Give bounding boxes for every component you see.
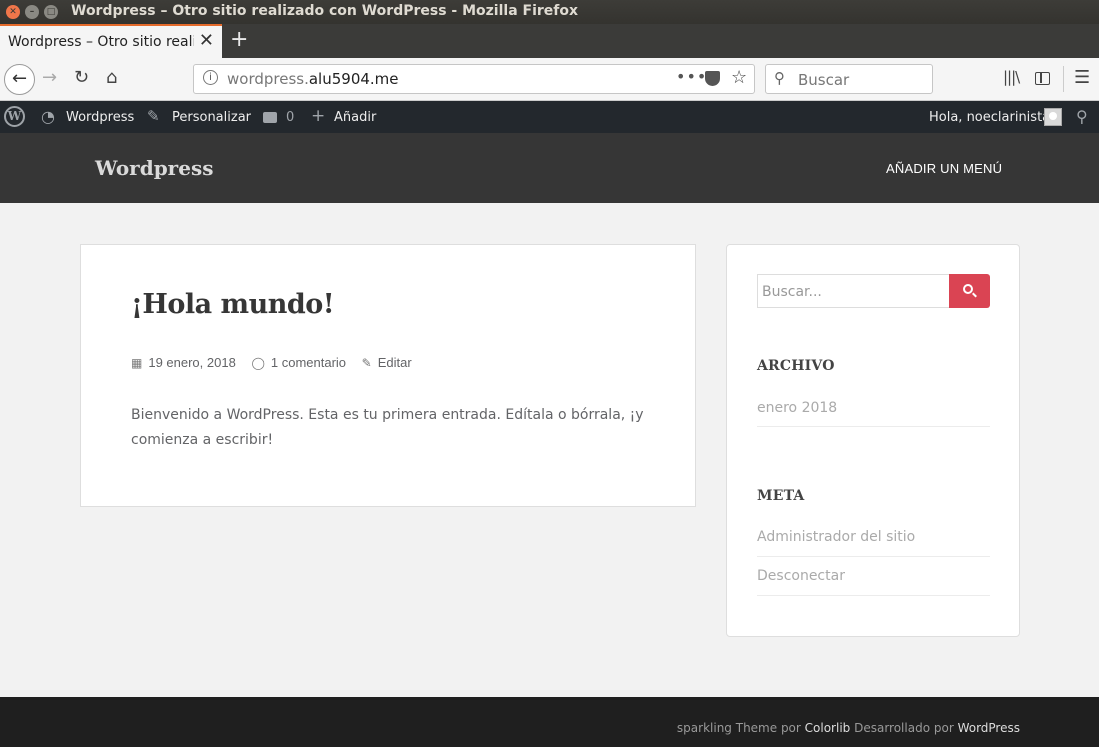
url-bar[interactable]: i wordpress.alu5904.me ••• ☆ <box>193 64 755 94</box>
site-header: Wordpress AÑADIR UN MENÚ <box>0 133 1099 203</box>
new-tab-icon[interactable]: + <box>230 27 248 52</box>
url-domain: alu5904.me <box>308 70 399 88</box>
tab-label: Wordpress – Otro sitio reali <box>8 34 194 50</box>
comment-bubble-icon[interactable] <box>263 112 277 123</box>
plus-icon[interactable]: + <box>311 106 325 126</box>
window-maximize-button[interactable]: □ <box>44 5 58 19</box>
sidebar-search-input[interactable]: Buscar... <box>757 274 950 308</box>
sidebar: Buscar... ARCHIVO enero 2018 META Admini… <box>726 244 1020 637</box>
tab-close-icon[interactable]: ✕ <box>199 30 214 51</box>
footer-developed-by: Desarrollado por <box>850 721 958 735</box>
meta-link-admin[interactable]: Administrador del sitio <box>757 518 990 557</box>
wordpress-logo-icon[interactable]: W <box>4 106 25 127</box>
footer-theme-prefix: sparkling Theme por <box>676 721 805 735</box>
url-text[interactable]: wordpress.alu5904.me <box>227 70 399 88</box>
forward-icon[interactable]: → <box>42 67 57 88</box>
window-title: Wordpress – Otro sitio realizado con Wor… <box>71 3 579 19</box>
admin-search-icon[interactable]: ⚲ <box>1076 107 1088 126</box>
window-minimize-button[interactable]: – <box>25 5 39 19</box>
edit-icon: ✎ <box>361 356 372 370</box>
wp-admin-bar: W ◔ Wordpress ✎ Personalizar 0 + Añadir … <box>0 101 1099 133</box>
url-prefix: wordpress. <box>227 70 309 88</box>
info-icon[interactable]: i <box>203 70 218 85</box>
post-content: Bienvenido a WordPress. Esta es tu prime… <box>131 407 644 448</box>
footer-wordpress-link[interactable]: WordPress <box>958 721 1020 735</box>
sidebar-icon[interactable] <box>1035 72 1050 85</box>
add-menu-link[interactable]: AÑADIR UN MENÚ <box>886 161 1002 176</box>
post-meta: ▦ 19 enero, 2018 ◯ 1 comentario ✎ Editar <box>131 355 412 370</box>
back-icon[interactable]: ← <box>4 64 35 95</box>
browser-search-input[interactable]: ⚲ Buscar <box>765 64 933 94</box>
post-edit-link[interactable]: Editar <box>378 355 412 370</box>
footer-colorlib-link[interactable]: Colorlib <box>805 721 851 735</box>
browser-tab[interactable]: Wordpress – Otro sitio reali ✕ <box>0 24 222 58</box>
site-title[interactable]: Wordpress <box>95 156 213 180</box>
footer-credits: sparkling Theme por Colorlib Desarrollad… <box>677 721 1020 735</box>
calendar-icon: ▦ <box>131 356 143 370</box>
window-close-button[interactable]: ✕ <box>6 5 20 19</box>
search-placeholder: Buscar <box>798 71 850 89</box>
customize-link[interactable]: Personalizar <box>172 110 251 125</box>
site-footer: sparkling Theme por Colorlib Desarrollad… <box>0 697 1099 747</box>
window-titlebar: ✕ – □ Wordpress – Otro sitio realizado c… <box>0 0 1099 24</box>
hamburger-menu-icon[interactable]: ☰ <box>1074 67 1090 88</box>
post-comments-link[interactable]: 1 comentario <box>271 355 346 370</box>
archive-heading: ARCHIVO <box>757 358 835 374</box>
more-icon[interactable]: ••• <box>676 67 707 86</box>
library-icon[interactable]: |||\ <box>1003 68 1020 86</box>
reload-icon[interactable]: ↻ <box>74 67 89 88</box>
user-greeting[interactable]: Hola, noeclarinista <box>929 110 1050 125</box>
toolbar-separator <box>1063 66 1064 92</box>
home-icon[interactable]: ⌂ <box>106 67 117 88</box>
meta-link-logout[interactable]: Desconectar <box>757 557 990 596</box>
sidebar-search-button[interactable] <box>949 274 990 308</box>
meta-heading: META <box>757 488 805 504</box>
admin-site-link[interactable]: Wordpress <box>66 110 134 125</box>
dashboard-icon[interactable]: ◔ <box>41 107 55 126</box>
search-icon-handle <box>972 292 977 298</box>
avatar[interactable] <box>1044 108 1062 126</box>
sidebar-search-placeholder: Buscar... <box>762 284 822 300</box>
post-card: ¡Hola mundo! ▦ 19 enero, 2018 ◯ 1 comentar… <box>80 244 696 507</box>
navigation-toolbar: ← → ↻ ⌂ i wordpress.alu5904.me ••• ☆ ⚲ B… <box>0 58 1099 101</box>
tab-strip: Wordpress – Otro sitio reali ✕ + <box>0 24 1099 58</box>
archive-link[interactable]: enero 2018 <box>757 389 990 427</box>
post-title[interactable]: ¡Hola mundo! <box>131 289 335 320</box>
new-content-link[interactable]: Añadir <box>334 110 376 125</box>
brush-icon[interactable]: ✎ <box>147 107 160 125</box>
comment-icon: ◯ <box>251 356 265 370</box>
post-date[interactable]: 19 enero, 2018 <box>148 355 235 370</box>
pocket-icon[interactable] <box>705 71 720 86</box>
search-icon: ⚲ <box>774 69 785 87</box>
bookmark-star-icon[interactable]: ☆ <box>731 67 747 88</box>
comments-count[interactable]: 0 <box>286 110 294 125</box>
